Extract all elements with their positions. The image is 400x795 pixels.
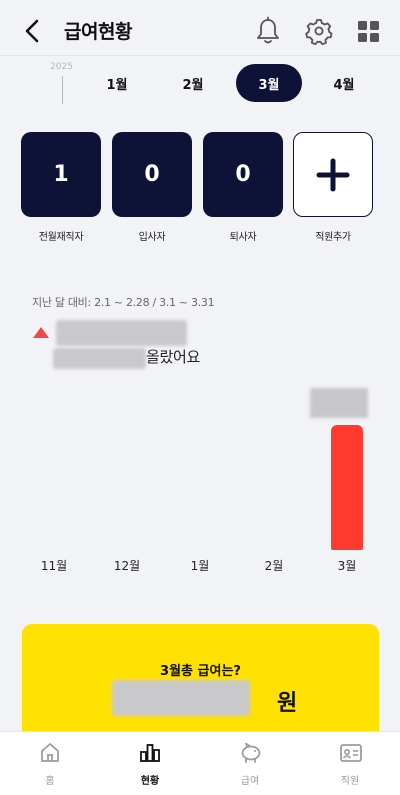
piggy-bank-icon bbox=[241, 742, 261, 763]
plus-icon bbox=[316, 158, 350, 191]
nav-employees-label: 직원 bbox=[340, 776, 360, 787]
comparison-period: 지난 달 대비: 2.1 ~ 2.28 / 3.1 ~ 3.31 bbox=[32, 296, 215, 309]
increase-arrow-icon bbox=[33, 327, 49, 338]
chart-bar-5 bbox=[331, 425, 363, 550]
nav-home[interactable]: 홈 bbox=[0, 732, 100, 795]
grid-icon[interactable] bbox=[355, 16, 383, 46]
add-employee-button[interactable] bbox=[293, 132, 373, 217]
month-tab-1[interactable]: 1월 bbox=[84, 64, 150, 102]
year-divider bbox=[62, 76, 63, 104]
chart-x-tick-2: 12월 bbox=[113, 559, 141, 573]
resignations-card[interactable]: 0 bbox=[203, 132, 283, 217]
chart-x-tick-4: 2월 bbox=[264, 559, 284, 573]
bottom-navigation: 홈 현황 급여 직원 bbox=[0, 731, 400, 795]
id-card-icon bbox=[340, 744, 362, 762]
bell-icon[interactable] bbox=[254, 16, 282, 46]
add-employee-label: 직원추가 bbox=[315, 232, 351, 243]
month-tab-4[interactable]: 4월 bbox=[311, 64, 377, 102]
redacted-total-amount bbox=[112, 680, 250, 716]
nav-salary[interactable]: 급여 bbox=[200, 732, 300, 795]
app-header: 급여현황 bbox=[0, 0, 400, 56]
total-salary-card[interactable]: 3월총 급여는? 원 bbox=[22, 624, 379, 744]
home-icon bbox=[41, 743, 59, 762]
back-arrow-icon[interactable] bbox=[22, 18, 42, 44]
nav-status-label: 현황 bbox=[140, 776, 160, 787]
resignations-label: 퇴사자 bbox=[229, 232, 257, 243]
month-tab-2[interactable]: 2월 bbox=[160, 64, 226, 102]
nav-status[interactable]: 현황 bbox=[100, 732, 200, 795]
redacted-amount bbox=[56, 320, 187, 346]
chart-x-tick-3: 1월 bbox=[190, 559, 210, 573]
currency-unit: 원 bbox=[277, 691, 298, 716]
total-salary-title: 3월총 급여는? bbox=[160, 664, 241, 679]
bar-chart-icon bbox=[140, 744, 160, 762]
increase-text: 올랐어요 bbox=[146, 348, 201, 366]
page-title: 급여현황 bbox=[64, 21, 132, 43]
redacted-percent bbox=[53, 348, 146, 369]
new-hires-label: 입사자 bbox=[138, 232, 166, 243]
prev-month-employees-label: 전월재직자 bbox=[38, 232, 84, 243]
prev-month-employees-card[interactable]: 1 bbox=[21, 132, 101, 217]
nav-salary-label: 급여 bbox=[240, 776, 260, 787]
year-label: 2025 bbox=[50, 62, 73, 72]
bar-value-label-redacted bbox=[310, 388, 368, 418]
chart-x-tick-1: 11월 bbox=[40, 559, 68, 573]
nav-home-label: 홈 bbox=[45, 776, 55, 787]
chart-x-tick-5: 3월 bbox=[337, 559, 357, 573]
gear-icon[interactable] bbox=[305, 16, 333, 46]
nav-employees[interactable]: 직원 bbox=[300, 732, 400, 795]
month-tab-3[interactable]: 3월 bbox=[236, 64, 302, 102]
new-hires-card[interactable]: 0 bbox=[112, 132, 192, 217]
